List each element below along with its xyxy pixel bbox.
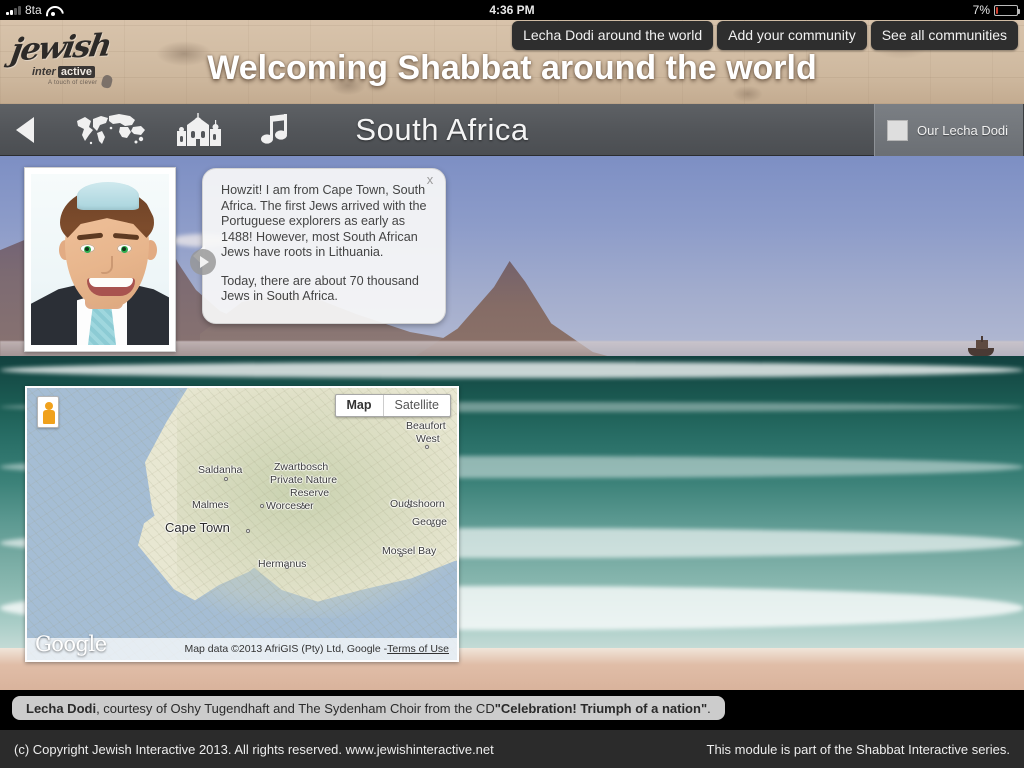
kippah-icon (77, 182, 139, 210)
bubble-paragraph-2: Today, there are about 70 thousand Jews … (221, 273, 419, 304)
credit-end-text: . (707, 700, 711, 716)
map-place-label: Zwartbosch (274, 461, 329, 473)
map-place-label: Hermanus (258, 558, 307, 570)
header-button-group: Lecha Dodi around the world Add your com… (512, 21, 1018, 50)
map-place-dot (224, 477, 228, 481)
speech-bubble: x Howzit! I am from Cape Town, South Afr… (190, 168, 446, 324)
our-lecha-dodi-button[interactable]: Our Lecha Dodi (874, 104, 1024, 156)
page-footer: (c) Copyright Jewish Interactive 2013. A… (0, 730, 1024, 768)
map-attribution-text: Map data ©2013 AfriGIS (Pty) Ltd, Google… (184, 643, 388, 655)
add-your-community-button[interactable]: Add your community (717, 21, 867, 50)
wave-foam (0, 362, 1024, 378)
map-type-satellite-button[interactable]: Satellite (384, 395, 450, 416)
map-place-label: George (412, 516, 448, 528)
copyright-text: (c) Copyright Jewish Interactive 2013. A… (14, 741, 494, 757)
logo-inter-active: inter active (32, 66, 96, 78)
map-topography (27, 388, 457, 660)
map-type-map-button[interactable]: Map (336, 395, 384, 416)
mouse-cursor-icon (100, 73, 114, 90)
map-place-label: Private Nature (270, 474, 338, 486)
map-terms-of-use-link[interactable]: Terms of Use (387, 643, 449, 655)
google-map-widget[interactable]: Map Satellite Beaufort West Saldanha Zwartb… (25, 386, 459, 662)
country-title: South Africa (355, 112, 529, 147)
series-text: This module is part of the Shabbat Inter… (706, 741, 1011, 757)
credit-song-title: Lecha Dodi (26, 700, 97, 716)
ship (968, 336, 994, 356)
map-place-dot (407, 504, 411, 508)
map-place-dot (425, 445, 429, 449)
map-place-dot (285, 565, 289, 569)
our-lecha-dodi-label: Our Lecha Dodi (917, 122, 1009, 138)
map-type-toggle[interactable]: Map Satellite (334, 394, 451, 417)
jewish-interactive-logo[interactable]: jewish inter active A touch of clever (8, 27, 118, 96)
map-place-label: Oudtshoorn (390, 498, 445, 510)
map-place-label: Mossel Bay (382, 545, 437, 557)
map-place-dot (301, 505, 305, 509)
bubble-paragraph-1: Howzit! I am from Cape Town, South Afric… (221, 183, 427, 259)
page-header: jewish inter active A touch of clever We… (0, 20, 1024, 104)
map-place-label: Saldanha (198, 464, 243, 476)
credit-album-title: "Celebration! Triumph of a nation" (494, 700, 708, 716)
close-icon[interactable]: x (422, 172, 438, 188)
map-place-dot (246, 529, 250, 533)
logo-active-text: active (57, 66, 96, 78)
map-place-dot (260, 504, 264, 508)
map-place-label: Malmes (192, 499, 229, 511)
battery-percent-label: 7% (972, 3, 990, 17)
avatar-illustration (31, 174, 169, 345)
status-bar-clock: 4:36 PM (489, 3, 535, 17)
map-place-label: Reserve (290, 487, 330, 499)
navigation-bar: South Africa Our Lecha Dodi (0, 104, 1024, 156)
status-bar-right: 7% (972, 3, 1020, 17)
map-place-dot (399, 553, 403, 557)
map-place-label: West (416, 433, 440, 445)
logo-script-text: jewish (8, 27, 113, 69)
map-place-label: Cape Town (165, 520, 230, 535)
app-root: 8ta 4:36 PM 7% jewish inter active A tou… (0, 0, 1024, 768)
logo-inter-text: inter (32, 66, 56, 78)
map-place-label: Worcester (266, 500, 314, 512)
map-place-label: Beaufort (406, 420, 446, 432)
ios-status-bar: 8ta 4:36 PM 7% (0, 0, 1024, 20)
see-all-communities-button[interactable]: See all communities (870, 21, 1018, 50)
street-view-pegman-icon[interactable] (37, 396, 59, 428)
video-thumbnail-icon (887, 119, 908, 141)
avatar[interactable] (24, 167, 176, 352)
credit-middle-text: , courtesy of Oshy Tugendhaft and The Sy… (96, 700, 495, 716)
google-logo: Google (35, 632, 107, 656)
map-place-dot (431, 523, 435, 527)
play-next-icon[interactable] (190, 249, 216, 275)
battery-icon (994, 4, 1020, 16)
logo-tagline: A touch of clever (48, 80, 98, 86)
song-credit-strip: Lecha Dodi, courtesy of Oshy Tugendhaft … (12, 696, 725, 720)
lecha-dodi-around-world-button[interactable]: Lecha Dodi around the world (512, 21, 714, 50)
